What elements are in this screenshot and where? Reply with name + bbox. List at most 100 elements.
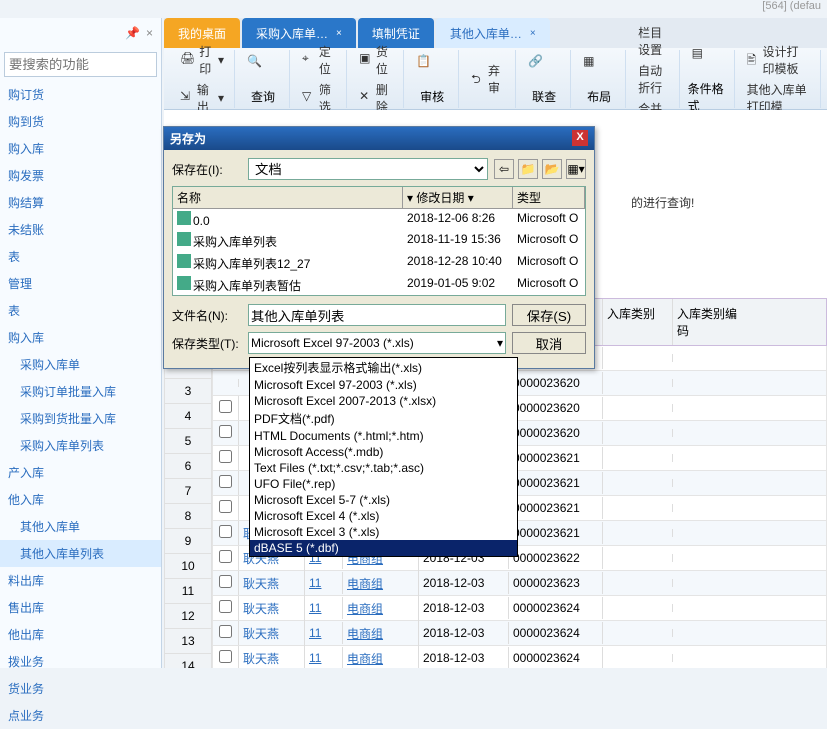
- col-date[interactable]: ▾ 修改日期 ▾: [403, 187, 513, 208]
- nav-item[interactable]: 采购入库单: [0, 351, 161, 378]
- excel-icon: [177, 232, 191, 246]
- locate-button[interactable]: ⌖定位: [298, 41, 340, 79]
- layout-button[interactable]: ▦: [579, 52, 619, 88]
- col-type[interactable]: 类型: [513, 187, 585, 208]
- row-checkbox[interactable]: [219, 625, 232, 638]
- dropdown-item[interactable]: UFO File(*.rep): [250, 476, 517, 492]
- row-number: 8: [164, 504, 212, 529]
- close-icon[interactable]: ×: [146, 26, 153, 40]
- table-row[interactable]: 耿天燕11电商组2018-12-030000023624: [212, 621, 827, 646]
- autowrap-button[interactable]: 自动折行: [634, 60, 672, 98]
- nav-item[interactable]: 采购到货批量入库: [0, 405, 161, 432]
- col-name[interactable]: 名称: [173, 187, 403, 208]
- stock-button[interactable]: ▣货位: [355, 41, 397, 79]
- print-button[interactable]: 🖨打印 ▾: [176, 41, 228, 79]
- nav-item[interactable]: 未结账: [0, 216, 161, 243]
- dropdown-item[interactable]: Text Files (*.txt;*.csv;*.tab;*.asc): [250, 460, 517, 476]
- filename-input[interactable]: [248, 304, 506, 326]
- filetype-select[interactable]: Microsoft Excel 97-2003 (*.xls)▾: [248, 332, 506, 354]
- row-checkbox[interactable]: [219, 475, 232, 488]
- table-row[interactable]: 耿天燕11电商组2018-12-030000023623: [212, 571, 827, 596]
- search-box[interactable]: [4, 52, 157, 77]
- nav-item[interactable]: 其他入库单: [0, 513, 161, 540]
- row-checkbox[interactable]: [219, 425, 232, 438]
- query-button[interactable]: 🔍: [243, 52, 283, 88]
- dropdown-item[interactable]: Microsoft Excel 97-2003 (*.xls): [250, 377, 517, 393]
- file-list[interactable]: 名称 ▾ 修改日期 ▾ 类型 0.02018-12-06 8:26Microso…: [172, 186, 586, 296]
- nav-item[interactable]: 点业务: [0, 702, 161, 729]
- nav-item[interactable]: 表: [0, 243, 161, 270]
- nav-item[interactable]: 购结算: [0, 189, 161, 216]
- link-button[interactable]: 🔗: [524, 52, 564, 88]
- printtmpl-button[interactable]: 🖹设计打印模板: [743, 41, 814, 79]
- row-checkbox[interactable]: [219, 575, 232, 588]
- printer-icon: 🖨: [180, 51, 195, 69]
- row-number: 4: [164, 404, 212, 429]
- dropdown-item[interactable]: Microsoft Excel 2007-2013 (*.xlsx): [250, 393, 517, 409]
- row-checkbox[interactable]: [219, 450, 232, 463]
- search-input[interactable]: [9, 57, 152, 72]
- up-icon[interactable]: 📁: [518, 159, 538, 179]
- dropdown-item[interactable]: Microsoft Access(*.mdb): [250, 444, 517, 460]
- tab-other-in[interactable]: 其他入库单…×: [436, 18, 550, 48]
- table-row[interactable]: 耿天燕11电商组2018-12-030000023624: [212, 596, 827, 621]
- views-icon[interactable]: ▦▾: [566, 159, 586, 179]
- dropdown-item[interactable]: HTML Documents (*.html;*.htm): [250, 428, 517, 444]
- save-button[interactable]: 保存(S): [512, 304, 586, 326]
- row-checkbox[interactable]: [219, 550, 232, 563]
- close-icon[interactable]: X: [572, 130, 588, 146]
- nav-item[interactable]: 采购入库单列表: [0, 432, 161, 459]
- file-row[interactable]: 采购入库单列表12_272018-12-28 10:40Microsoft O: [173, 252, 585, 274]
- file-row[interactable]: 采购入库单列表2018-11-19 15:36Microsoft O: [173, 230, 585, 252]
- dropdown-item[interactable]: Microsoft Excel 5-7 (*.xls): [250, 492, 517, 508]
- row-number: 5: [164, 429, 212, 454]
- file-row[interactable]: 0.02018-12-06 8:26Microsoft O: [173, 209, 585, 230]
- nav-item[interactable]: 购到货: [0, 108, 161, 135]
- nav-item[interactable]: 采购订单批量入库: [0, 378, 161, 405]
- back-icon[interactable]: ⇦: [494, 159, 514, 179]
- nav-item[interactable]: 其他入库单列表: [0, 540, 161, 567]
- row-checkbox[interactable]: [219, 400, 232, 413]
- cancel-button[interactable]: 取消: [512, 332, 586, 354]
- row-number: 11: [164, 579, 212, 604]
- row-checkbox[interactable]: [219, 600, 232, 613]
- nav-item[interactable]: 产入库: [0, 459, 161, 486]
- nav-item[interactable]: 购入库: [0, 324, 161, 351]
- nav-item[interactable]: 购入库: [0, 135, 161, 162]
- row-checkbox[interactable]: [219, 650, 232, 663]
- filetype-label: 保存类型(T):: [172, 335, 242, 352]
- pin-icon[interactable]: 📌: [125, 26, 140, 40]
- row-checkbox[interactable]: [219, 525, 232, 538]
- nav-item[interactable]: 拨业务: [0, 648, 161, 675]
- dialog-title-bar[interactable]: 另存为 X: [164, 127, 594, 150]
- nav-item[interactable]: 表: [0, 297, 161, 324]
- close-icon[interactable]: ×: [530, 28, 536, 39]
- row-checkbox[interactable]: [219, 500, 232, 513]
- file-row[interactable]: 采购入库单列表暂估2019-01-05 9:02Microsoft O: [173, 274, 585, 296]
- dropdown-item[interactable]: dBASE 5 (*.dbf): [250, 540, 517, 556]
- condfmt-button[interactable]: ▤: [688, 44, 728, 80]
- close-icon[interactable]: ×: [336, 28, 342, 39]
- nav-item[interactable]: 货业务: [0, 675, 161, 702]
- excel-icon: [177, 211, 191, 225]
- nav-item[interactable]: 料出库: [0, 567, 161, 594]
- audit-button[interactable]: 📋: [412, 52, 452, 88]
- nav-item[interactable]: 购订货: [0, 81, 161, 108]
- dropdown-item[interactable]: Microsoft Excel 4 (*.xls): [250, 508, 517, 524]
- dropdown-item[interactable]: Microsoft Excel 3 (*.xls): [250, 524, 517, 540]
- folder-select[interactable]: 文档: [248, 158, 488, 180]
- unaudit-button[interactable]: ⮌弃审: [467, 60, 509, 98]
- colset-button[interactable]: 栏目设置: [634, 22, 672, 60]
- nav-item[interactable]: 管理: [0, 270, 161, 297]
- nav-item[interactable]: 他入库: [0, 486, 161, 513]
- row-number: 3: [164, 379, 212, 404]
- locate-icon: ⌖: [302, 51, 315, 69]
- dropdown-item[interactable]: Excel按列表显示格式输出(*.xls): [250, 358, 517, 377]
- nav-item[interactable]: 售出库: [0, 594, 161, 621]
- dropdown-item[interactable]: PDF文档(*.pdf): [250, 409, 517, 428]
- nav-item[interactable]: 购发票: [0, 162, 161, 189]
- newfolder-icon[interactable]: 📂: [542, 159, 562, 179]
- filetype-dropdown[interactable]: Excel按列表显示格式输出(*.xls)Microsoft Excel 97-…: [249, 357, 518, 557]
- table-row[interactable]: 耿天燕11电商组2018-12-030000023624: [212, 646, 827, 668]
- nav-item[interactable]: 他出库: [0, 621, 161, 648]
